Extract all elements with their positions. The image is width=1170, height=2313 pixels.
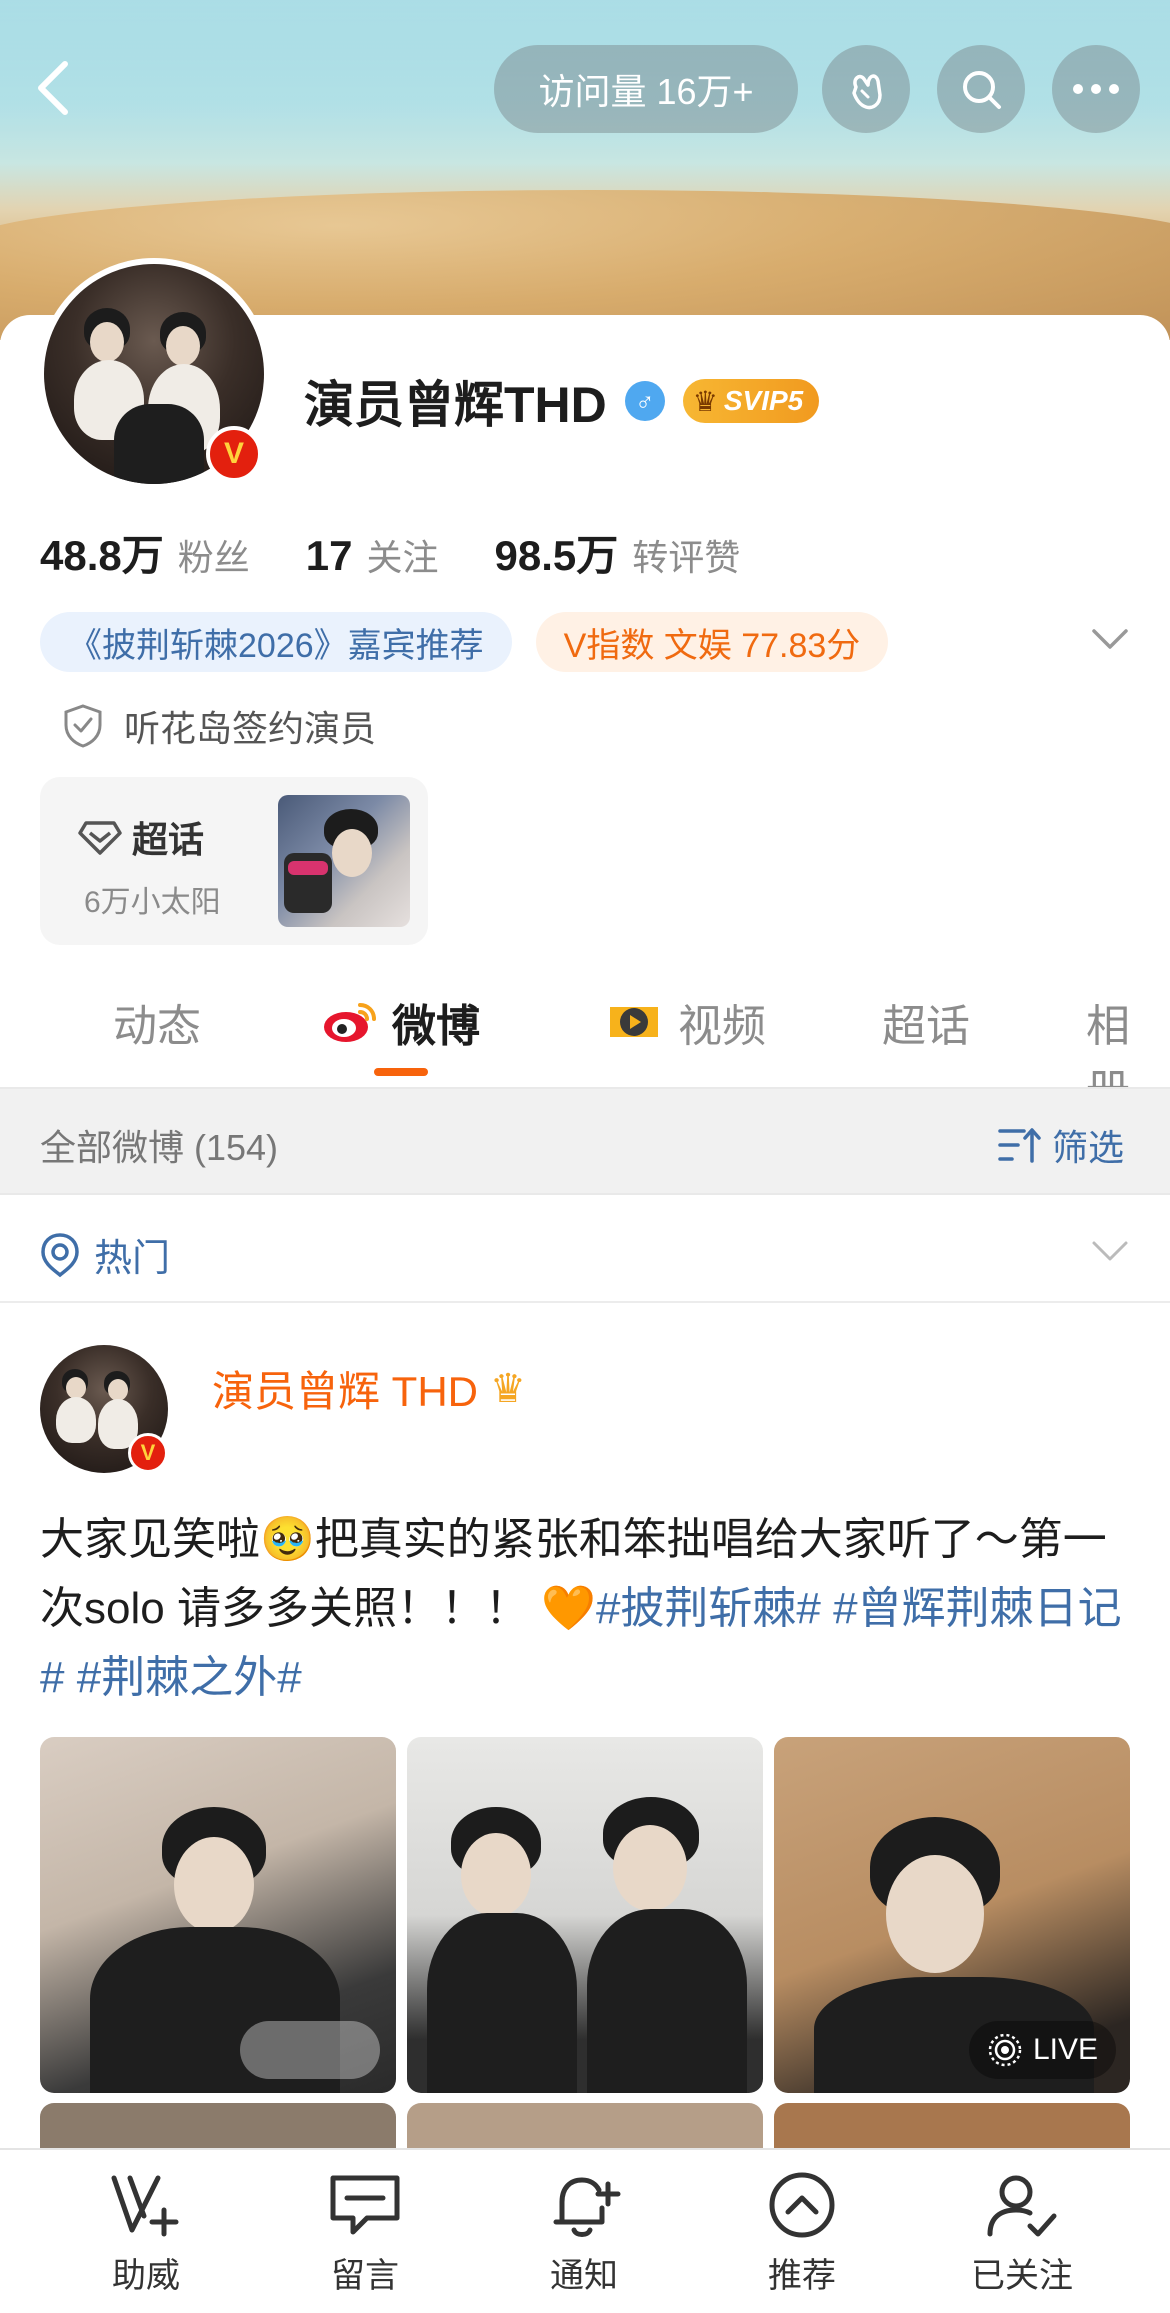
feed-filter-bar: 全部微博 (154) 筛选: [0, 1087, 1170, 1195]
live-label: LIVE: [1032, 2033, 1098, 2066]
following-button[interactable]: 已关注: [942, 2170, 1102, 2297]
gift-button[interactable]: [822, 45, 910, 133]
signed-text: 听花岛签约演员: [124, 708, 377, 749]
message-label: 留言: [331, 2257, 399, 2295]
live-photo-icon: [988, 2033, 1022, 2067]
crown-icon: ♛: [490, 1366, 526, 1411]
v-index-tag[interactable]: V指数 文娱 77.83分: [535, 612, 889, 672]
post-photo[interactable]: [407, 1737, 763, 2093]
cheer-button[interactable]: 助威: [66, 2170, 226, 2297]
post-photo[interactable]: [40, 1737, 396, 2093]
chevron-up-circle-icon: [769, 2172, 835, 2238]
filter-label: 筛选: [1052, 1127, 1125, 1168]
supertopic-card[interactable]: 超话 6万小太阳: [40, 777, 428, 945]
recommend-button[interactable]: 推荐: [722, 2170, 882, 2297]
tab-video-label: 视频: [678, 1002, 766, 1051]
hot-sort: 热门: [40, 1227, 170, 1282]
message-button[interactable]: 留言: [285, 2170, 445, 2297]
svip-label: SVIP5: [723, 385, 804, 416]
cheer-label: 助威: [112, 2257, 180, 2295]
following-count[interactable]: 17: [306, 532, 353, 580]
tab-weibo[interactable]: 微博: [322, 990, 480, 1054]
visit-count-label: 访问量 16万+: [538, 71, 754, 112]
live-photo-badge: LIVE: [968, 2021, 1116, 2079]
tab-dynamic[interactable]: 动态: [113, 990, 201, 1054]
visit-count-pill[interactable]: 访问量 16万+: [494, 45, 798, 133]
profile-tags: 《披荆斩棘2026》嘉宾推荐 V指数 文娱 77.83分: [40, 612, 889, 672]
more-dots-icon: [1073, 84, 1119, 94]
fans-count[interactable]: 48.8万: [40, 522, 164, 583]
comment-bubble-icon: [330, 2175, 400, 2235]
post-author-avatar[interactable]: V: [40, 1345, 168, 1473]
tab-supertopic-label: 超话: [882, 1002, 970, 1051]
tab-supertopic[interactable]: 超话: [882, 990, 970, 1054]
tab-dynamic-label: 动态: [113, 1002, 201, 1051]
more-button[interactable]: [1052, 45, 1140, 133]
verified-badge-icon: V: [128, 1433, 168, 1473]
fans-label[interactable]: 粉丝: [178, 529, 250, 581]
post-text[interactable]: 大家见笑啦🥹把真实的紧张和笨拙唱给大家听了～第一次solo 请多多关照！！！ 🧡…: [40, 1505, 1140, 1712]
supertopic-label: 超话: [132, 819, 205, 860]
male-icon: ♂: [624, 381, 665, 421]
weibo-logo-icon: [324, 1003, 376, 1042]
filter-button[interactable]: 筛选: [998, 1119, 1124, 1171]
hashtag-link[interactable]: #荆棘之外#: [77, 1653, 302, 1702]
shield-check-icon: [64, 704, 102, 748]
chevron-down-icon[interactable]: [1090, 627, 1130, 651]
post-author[interactable]: 演员曾辉 THD ♛: [212, 1358, 526, 1419]
chevron-down-icon: [1092, 1241, 1128, 1261]
hashtag-link[interactable]: #披荆斩棘#: [596, 1584, 821, 1633]
profile-tabs: 动态 微博 视频 超话 相册: [0, 960, 1170, 1115]
search-icon: [963, 71, 1001, 109]
profile-stats: 48.8万 粉丝 17 关注 98.5万 转评赞: [40, 522, 796, 583]
svip-badge[interactable]: ♛ SVIP5: [682, 379, 820, 423]
tab-weibo-label: 微博: [392, 1002, 480, 1051]
video-play-icon: [610, 1007, 658, 1037]
hand-clap-icon: [852, 74, 882, 110]
profile-avatar[interactable]: V: [38, 258, 270, 490]
post-photo[interactable]: LIVE: [774, 1737, 1130, 2093]
guest-recommend-tag[interactable]: 《披荆斩棘2026》嘉宾推荐: [40, 612, 512, 672]
user-check-icon: [987, 2175, 1057, 2237]
hot-sort-row[interactable]: 热门: [0, 1197, 1170, 1303]
supertopic-title: 超话: [78, 811, 204, 863]
post-author-name: 演员曾辉 THD: [212, 1368, 478, 1415]
bell-plus-icon: [553, 2177, 621, 2237]
profile-name-row: 演员曾辉THD ♂ ♛ SVIP5: [304, 365, 820, 437]
tab-video[interactable]: 视频: [604, 990, 766, 1054]
location-pin-icon: [41, 1232, 79, 1277]
profile-name: 演员曾辉THD: [304, 377, 607, 433]
v-plus-icon: [111, 2175, 179, 2237]
notify-label: 通知: [550, 2257, 618, 2295]
following-label[interactable]: 关注: [366, 529, 438, 581]
following-label: 已关注: [971, 2257, 1073, 2295]
crown-icon: ♛: [692, 385, 718, 417]
notify-button[interactable]: 通知: [504, 2170, 664, 2297]
interactions-count: 98.5万: [494, 532, 619, 579]
signed-info: 听花岛签约演员: [62, 700, 376, 752]
diamond-icon: [78, 821, 122, 855]
recommend-label: 推荐: [768, 2257, 836, 2295]
voice-badge: [240, 2021, 380, 2079]
interactions-label: 转评赞: [632, 537, 741, 578]
bottom-action-bar: 助威 留言 通知 推荐 已关注: [0, 2148, 1170, 2313]
hot-label: 热门: [94, 1238, 171, 1280]
all-posts-count[interactable]: 全部微博 (154): [40, 1119, 278, 1171]
active-tab-indicator: [374, 1068, 428, 1076]
supertopic-fans: 6万小太阳: [84, 886, 221, 919]
supertopic-thumbnail: [278, 795, 410, 927]
back-arrow-icon: [38, 61, 68, 115]
verified-badge-icon: V: [206, 426, 262, 482]
filter-icon: [998, 1128, 1041, 1163]
search-button[interactable]: [937, 45, 1025, 133]
back-button[interactable]: [28, 58, 78, 118]
